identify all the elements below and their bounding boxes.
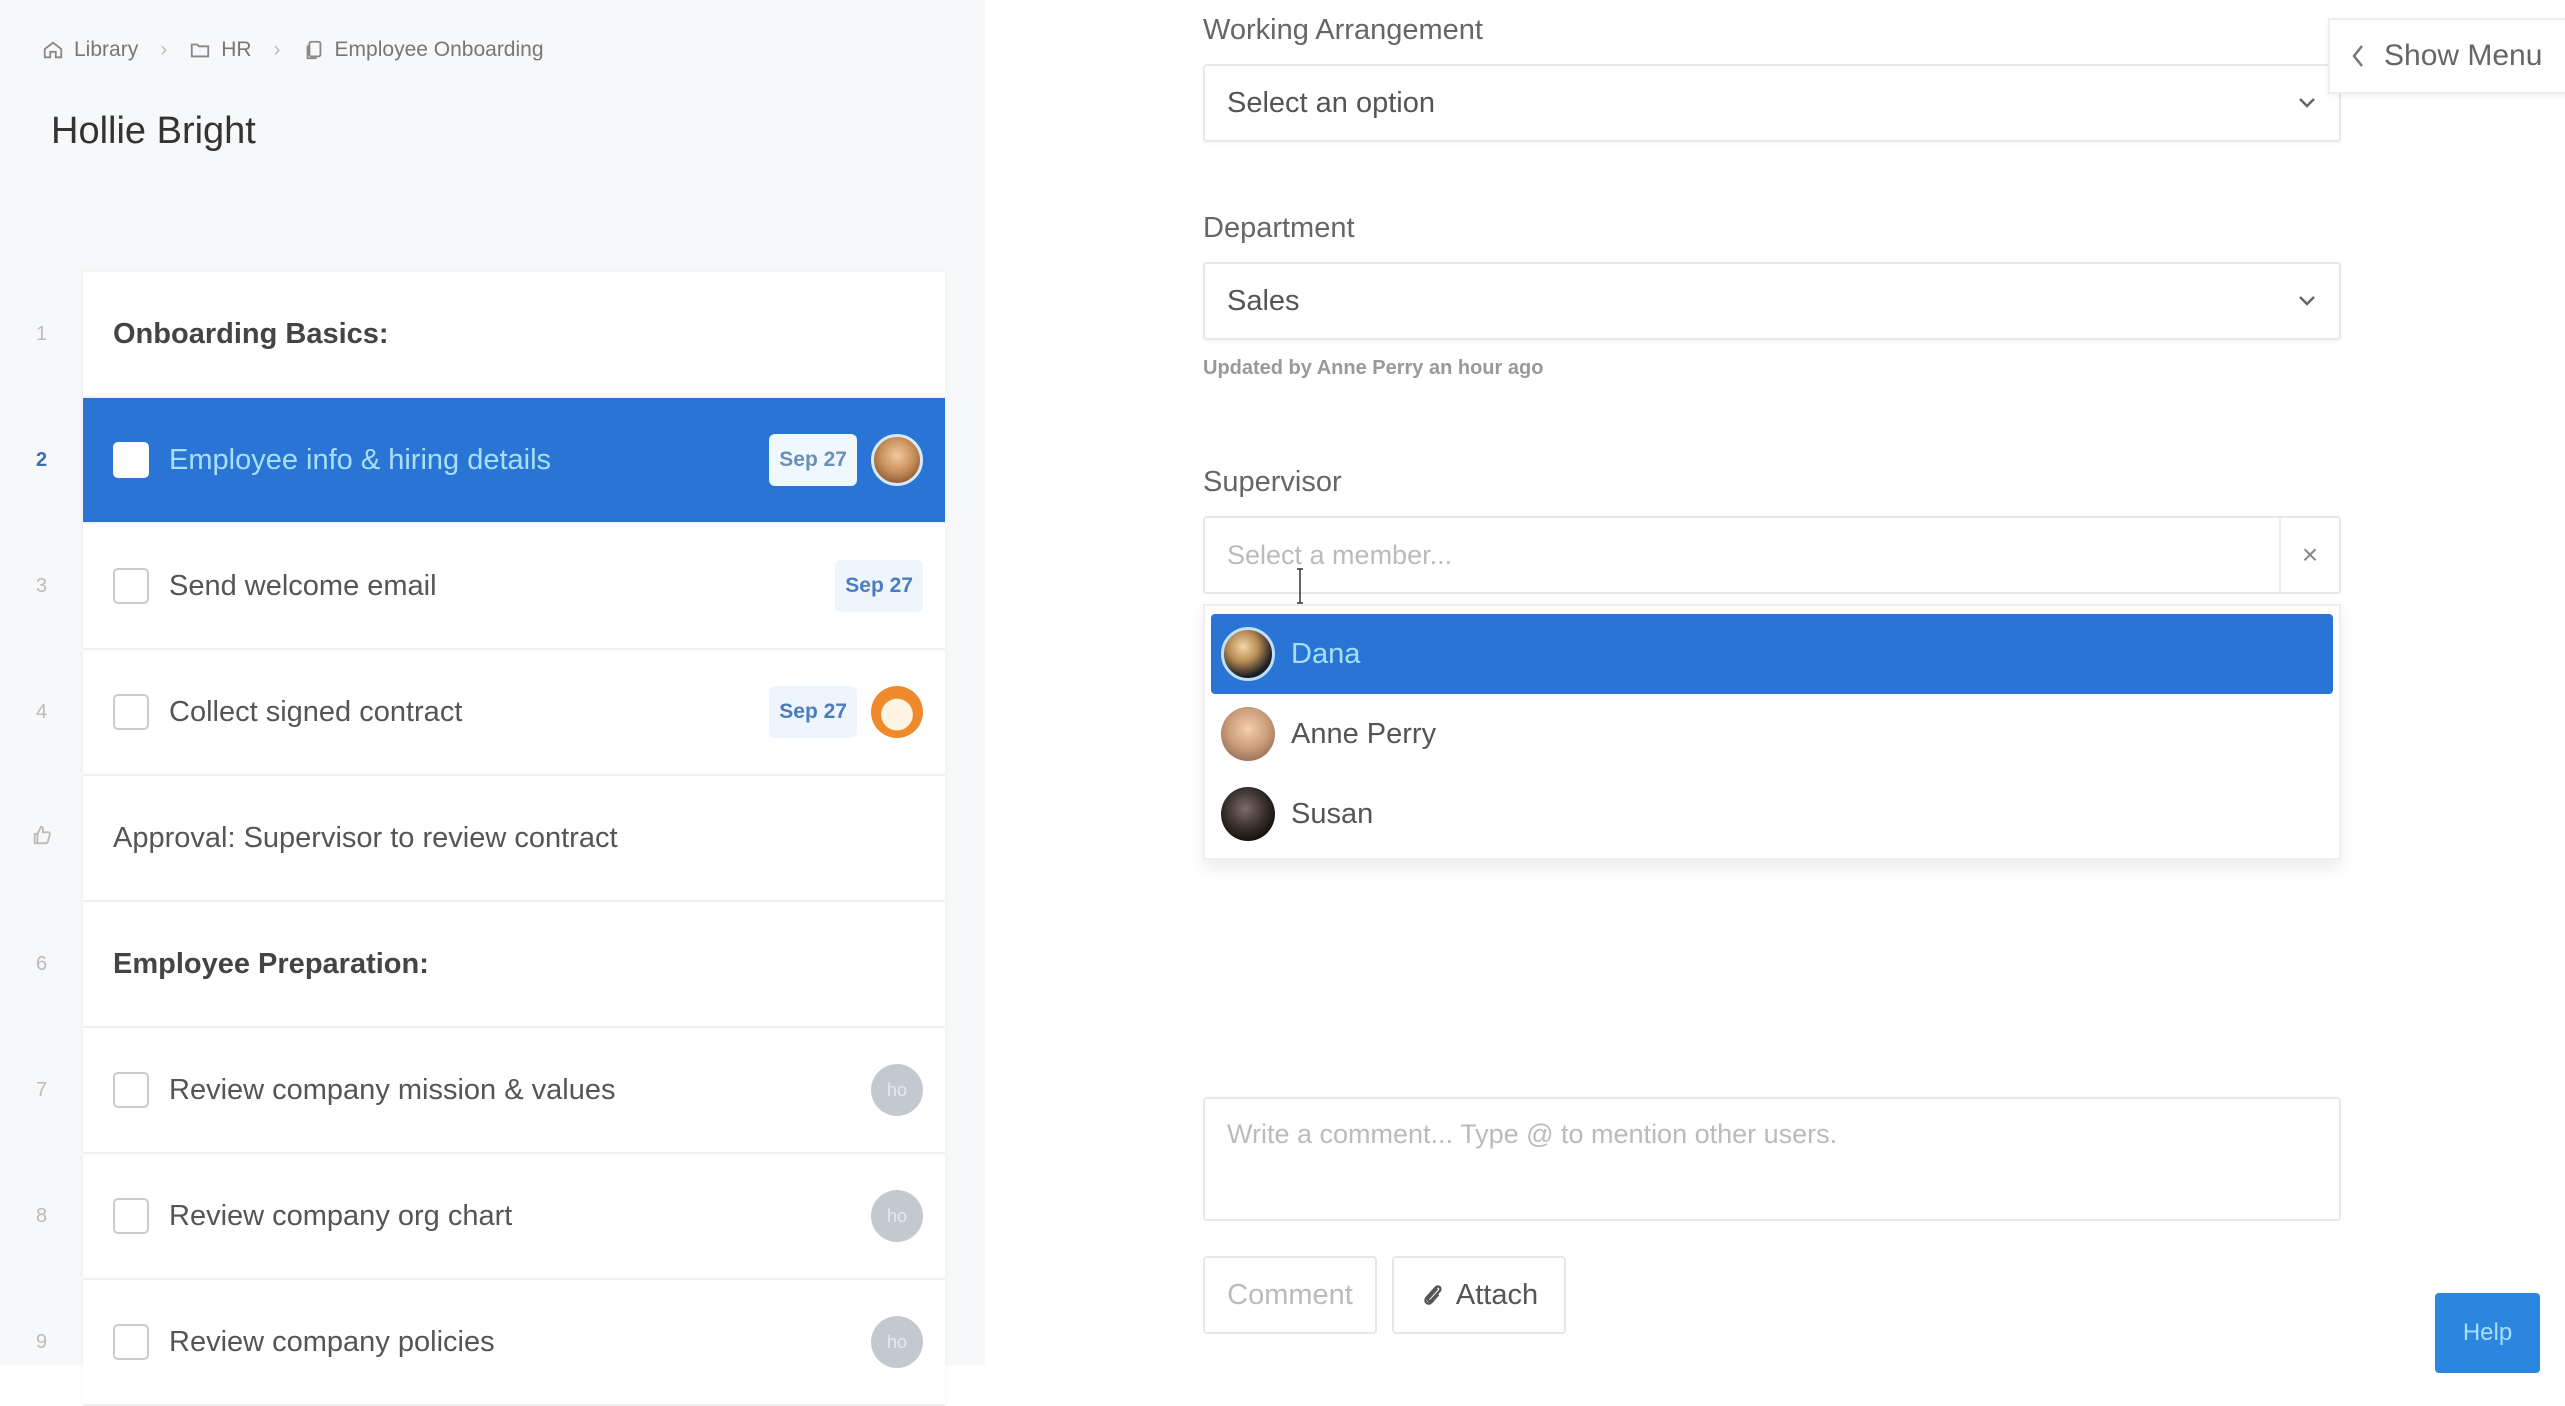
home-icon: [43, 41, 63, 59]
row-number: 8: [35, 1204, 48, 1227]
breadcrumb-label: HR: [221, 38, 252, 61]
text-cursor-icon: [1297, 568, 1303, 604]
breadcrumb-separator: ›: [273, 38, 281, 61]
task-checkbox[interactable]: [113, 442, 149, 478]
assignee-avatar[interactable]: [871, 434, 923, 486]
select-value: Select an option: [1227, 86, 1435, 119]
attach-label: Attach: [1455, 1278, 1539, 1311]
comment-button[interactable]: Comment: [1203, 1256, 1377, 1334]
breadcrumb-label: Employee Onboarding: [334, 38, 544, 61]
avatar: [1221, 787, 1275, 841]
department-select[interactable]: Sales: [1203, 262, 2341, 340]
show-menu-label: Show Menu: [2384, 39, 2543, 72]
chevron-left-icon: [2352, 45, 2363, 67]
task-label: Send welcome email: [169, 569, 437, 602]
department-label: Department: [1203, 212, 1355, 244]
approval-row[interactable]: Approval: Supervisor to review contract: [33, 776, 945, 902]
paperclip-icon: [1424, 1285, 1442, 1305]
page-title: Hollie Bright: [51, 110, 256, 152]
breadcrumb-separator: ›: [160, 38, 168, 61]
due-date-badge[interactable]: Sep 27: [835, 560, 923, 612]
breadcrumb-library[interactable]: Library: [42, 38, 138, 62]
document-copy-icon: [306, 40, 321, 60]
option-label: Susan: [1291, 797, 1374, 830]
breadcrumb-label: Library: [74, 38, 139, 61]
approval-label: Approval: Supervisor to review contract: [113, 821, 618, 854]
clear-button[interactable]: ×: [2279, 518, 2339, 592]
assignee-avatar[interactable]: ho: [871, 1064, 923, 1116]
task-detail-pane: Working Arrangement Select an option Dep…: [985, 0, 2565, 1365]
row-number: 6: [35, 952, 48, 975]
assignee-avatar[interactable]: ho: [871, 1316, 923, 1368]
heading-label: Onboarding Basics:: [113, 317, 389, 350]
task-label: Collect signed contract: [169, 695, 463, 728]
breadcrumb: Library › HR › Employee Onboarding: [42, 38, 544, 62]
supervisor-label: Supervisor: [1203, 466, 1342, 498]
comment-input[interactable]: Write a comment... Type @ to mention oth…: [1203, 1097, 2341, 1221]
checklist-heading-employee-preparation[interactable]: 6 Employee Preparation:: [36, 902, 945, 1028]
breadcrumb-hr[interactable]: HR: [189, 38, 252, 62]
avatar: [1221, 707, 1275, 761]
task-label: Review company mission & values: [169, 1073, 616, 1106]
dropdown-option-susan[interactable]: Susan: [1211, 774, 2333, 854]
heading-label: Employee Preparation:: [113, 947, 429, 980]
show-menu-button[interactable]: Show Menu: [2328, 18, 2565, 94]
select-value: Sales: [1227, 284, 1300, 317]
row-number: 2: [35, 448, 48, 471]
working-arrangement-label: Working Arrangement: [1203, 14, 1483, 46]
supervisor-member-input[interactable]: Select a member... ×: [1203, 516, 2341, 594]
thumbs-up-icon: [0, 824, 83, 852]
working-arrangement-select[interactable]: Select an option: [1203, 64, 2341, 142]
row-number: 7: [35, 1078, 48, 1101]
due-date-badge[interactable]: Sep 27: [769, 434, 857, 486]
task-checkbox[interactable]: [113, 1198, 149, 1234]
row-number: 1: [35, 322, 48, 345]
dropdown-option-dana[interactable]: Dana: [1211, 614, 2333, 694]
assignee-avatar[interactable]: ho: [871, 1190, 923, 1242]
folder-icon: [191, 43, 210, 58]
dropdown-option-anne-perry[interactable]: Anne Perry: [1211, 694, 2333, 774]
option-label: Anne Perry: [1291, 717, 1437, 750]
task-row-review-policies[interactable]: 9 Review company policies ho: [36, 1280, 945, 1406]
supervisor-placeholder: Select a member...: [1227, 539, 1453, 570]
checklist-heading-onboarding-basics[interactable]: 1 Onboarding Basics:: [36, 272, 945, 398]
supervisor-dropdown: Dana Anne Perry Susan: [1203, 604, 2341, 860]
attach-button[interactable]: Attach: [1392, 1256, 1566, 1334]
task-checkbox[interactable]: [113, 1324, 149, 1360]
task-row-send-welcome-email[interactable]: 3 Send welcome email Sep 27: [36, 524, 945, 650]
row-number: 9: [35, 1330, 48, 1353]
breadcrumb-employee-onboarding[interactable]: Employee Onboarding: [303, 38, 544, 62]
help-button[interactable]: Help: [2435, 1293, 2540, 1373]
chevron-down-icon: [2299, 98, 2315, 108]
avatar: [1221, 627, 1275, 681]
due-date-badge[interactable]: Sep 27: [769, 686, 857, 738]
task-row-review-mission[interactable]: 7 Review company mission & values ho: [36, 1028, 945, 1154]
task-checkbox[interactable]: [113, 694, 149, 730]
checklist: 1 Onboarding Basics: 2 Employee info & h…: [33, 272, 945, 1406]
task-label: Review company org chart: [169, 1199, 513, 1232]
task-row-employee-info[interactable]: 2 Employee info & hiring details Sep 27: [36, 398, 945, 524]
task-checkbox[interactable]: [113, 1072, 149, 1108]
task-checkbox[interactable]: [113, 568, 149, 604]
task-label: Employee info & hiring details: [169, 443, 552, 476]
task-label: Review company policies: [169, 1325, 495, 1358]
chevron-down-icon: [2299, 296, 2315, 306]
task-row-review-org-chart[interactable]: 8 Review company org chart ho: [36, 1154, 945, 1280]
department-updated-meta: Updated by Anne Perry an hour ago: [1203, 357, 1544, 379]
option-label: Dana: [1291, 637, 1361, 670]
assignee-avatar[interactable]: [871, 686, 923, 738]
checklist-pane: Library › HR › Employee Onboarding Holli…: [0, 0, 985, 1406]
row-number: 3: [35, 574, 48, 597]
task-row-collect-signed-contract[interactable]: 4 Collect signed contract Sep 27: [36, 650, 945, 776]
row-number: 4: [35, 700, 48, 723]
